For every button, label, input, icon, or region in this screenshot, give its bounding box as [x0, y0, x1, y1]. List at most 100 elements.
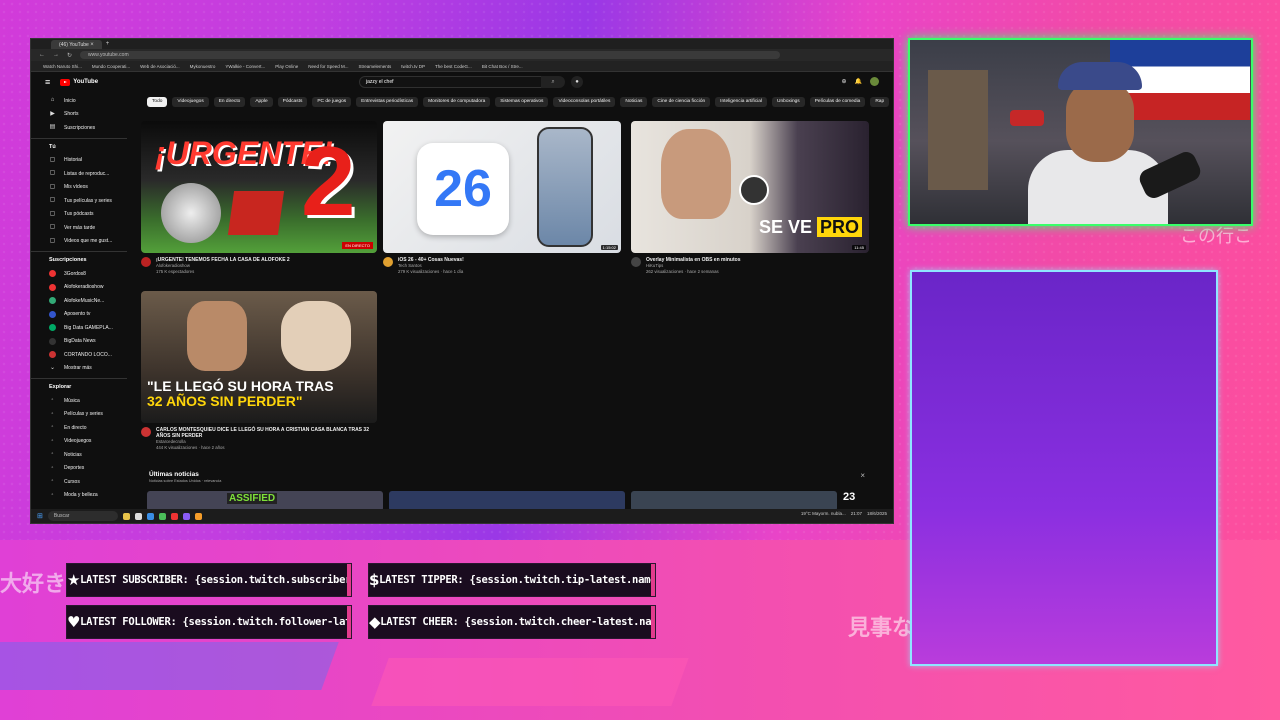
- close-icon[interactable]: ×: [860, 471, 865, 480]
- sidebar-item[interactable]: ◦ Videojuegos: [49, 435, 131, 449]
- url-field[interactable]: www.youtube.com: [80, 51, 781, 59]
- sidebar-item[interactable]: ◦ Deportes: [49, 462, 131, 476]
- sidebar-item[interactable]: ▶ Shorts: [49, 108, 131, 122]
- filter-chip[interactable]: Sistemas operativos: [495, 97, 549, 107]
- filter-chip[interactable]: Apple: [250, 97, 273, 107]
- filter-chip[interactable]: Videoconsolas portátiles: [553, 97, 616, 107]
- sidebar-item[interactable]: ◦ En directo: [49, 421, 131, 435]
- app-icon[interactable]: [170, 512, 178, 520]
- app-icon[interactable]: [158, 512, 166, 520]
- sidebar-item-label: Noticias: [64, 451, 82, 458]
- clock-date[interactable]: 18/6/2025: [867, 511, 887, 516]
- sidebar-item[interactable]: ▢ Videos que me gust...: [49, 235, 131, 249]
- filter-chip[interactable]: Películas de comedia: [809, 97, 866, 107]
- bookmark-item[interactable]: Bit Chat Box / Stre...: [482, 64, 523, 69]
- sidebar-item[interactable]: ◦ Películas y series: [49, 408, 131, 422]
- sidebar-heading[interactable]: Suscripciones: [49, 254, 131, 267]
- video-title[interactable]: CARLOS MONTESQUIEU DICE LE LLEGÓ SU HORA…: [156, 427, 377, 439]
- person-image: [281, 301, 351, 371]
- app-icon[interactable]: [194, 512, 202, 520]
- sidebar-item[interactable]: Aposento tv: [49, 308, 131, 322]
- sidebar-item[interactable]: ▤ Suscripciones: [49, 121, 131, 135]
- bookmark-item[interactable]: Mundo Cooperati...: [92, 64, 130, 69]
- video-thumbnail[interactable]: 26 1:15:02: [383, 121, 621, 253]
- sidebar-heading[interactable]: Explorar: [49, 381, 131, 394]
- sidebar-item[interactable]: ▢ Tus películas y series: [49, 194, 131, 208]
- sidebar-item[interactable]: ◦ Noticias: [49, 448, 131, 462]
- sidebar-item[interactable]: AlofokeMusicNe...: [49, 294, 131, 308]
- bookmark-item[interactable]: twitch.tv DP: [401, 64, 425, 69]
- sidebar-icon: ▤: [49, 124, 56, 131]
- browser-tab[interactable]: (46) YouTube ×: [51, 39, 102, 49]
- sidebar-heading[interactable]: Tú: [49, 141, 131, 154]
- menu-icon[interactable]: ≡: [45, 77, 50, 87]
- weather-text[interactable]: 19°C Mayorm. nubla...: [801, 511, 846, 516]
- sidebar-item[interactable]: 3Gordos8: [49, 267, 131, 281]
- create-icon[interactable]: ⊕: [841, 78, 846, 85]
- filter-chip[interactable]: Todo: [147, 97, 168, 107]
- notifications-icon[interactable]: 🔔: [855, 78, 862, 85]
- filter-chip[interactable]: En directo: [213, 97, 246, 107]
- filter-chip[interactable]: Rap: [870, 97, 890, 107]
- news-thumbnail[interactable]: [631, 491, 837, 511]
- app-icon[interactable]: [182, 512, 190, 520]
- filter-chip[interactable]: Noticias: [620, 97, 648, 107]
- windows-icon[interactable]: ⊞: [37, 512, 43, 520]
- filter-chip[interactable]: Unboxings: [772, 97, 805, 107]
- bookmark-item[interactable]: Play Online: [275, 64, 298, 69]
- bookmark-item[interactable]: Need for Speed M...: [308, 64, 348, 69]
- sidebar-item[interactable]: ⌄ Mostrar más: [49, 362, 131, 376]
- filter-chip[interactable]: Entrevistas periodísticas: [356, 97, 419, 107]
- reload-icon[interactable]: ↻: [67, 52, 72, 59]
- app-icon[interactable]: [146, 512, 154, 520]
- app-icon[interactable]: [122, 512, 130, 520]
- sidebar-item[interactable]: BigData News: [49, 335, 131, 349]
- bookmark-item[interactable]: Streamelements: [359, 64, 392, 69]
- filter-chip[interactable]: Monitores de computadora: [423, 97, 491, 107]
- filter-chip[interactable]: Videojuegos: [172, 97, 209, 107]
- sidebar-item[interactable]: CORTANDO LOCO...: [49, 348, 131, 362]
- video-thumbnail[interactable]: ¡URGENTE! 2 EN DIRECTO: [141, 121, 377, 253]
- bookmark-item[interactable]: YWalkie - Convert...: [225, 64, 265, 69]
- filter-chip[interactable]: PC de juegos: [312, 97, 352, 107]
- sidebar-item[interactable]: ◦ Moda y belleza: [49, 489, 131, 503]
- avatar[interactable]: [870, 77, 879, 86]
- sidebar-item[interactable]: ▢ Listas de reproduc...: [49, 167, 131, 181]
- bookmark-item[interactable]: Mykonuestro: [190, 64, 216, 69]
- channel-avatar[interactable]: [631, 257, 641, 267]
- video-thumbnail[interactable]: "LE LLEGÓ SU HORA TRAS 32 AÑOS SIN PERDE…: [141, 291, 377, 423]
- channel-avatar[interactable]: [383, 257, 393, 267]
- youtube-header: ≡ YouTube jazzy el chef ⌕ ● ⊕ 🔔: [31, 72, 893, 92]
- channel-avatar[interactable]: [141, 427, 151, 437]
- news-thumbnail[interactable]: ASSIFIED: [147, 491, 383, 511]
- search-input[interactable]: jazzy el chef: [359, 76, 559, 88]
- video-thumbnail[interactable]: SE VE PRO 11:45: [631, 121, 869, 253]
- bookmark-item[interactable]: Watch Naruto Shi...: [43, 64, 82, 69]
- clock-time[interactable]: 21:07: [851, 511, 862, 516]
- bookmark-item[interactable]: The best CodeG...: [435, 64, 472, 69]
- sidebar-item[interactable]: Big Data GAMEPLA...: [49, 321, 131, 335]
- channel-avatar[interactable]: [141, 257, 151, 267]
- sidebar-item[interactable]: Alofokeradioshow: [49, 281, 131, 295]
- new-tab-icon[interactable]: +: [106, 41, 110, 47]
- search-icon[interactable]: ⌕: [541, 76, 565, 88]
- bookmark-item[interactable]: Web de Asociació...: [140, 64, 179, 69]
- filter-chip[interactable]: Cine de ciencia ficción: [652, 97, 711, 107]
- app-icon[interactable]: [134, 512, 142, 520]
- sidebar-item[interactable]: ⌂ Inicio: [49, 94, 131, 108]
- filter-chip[interactable]: Inteligencia artificial: [715, 97, 768, 107]
- forward-icon[interactable]: →: [53, 52, 59, 58]
- sidebar-item[interactable]: ◦ Cursos: [49, 475, 131, 489]
- close-icon[interactable]: ×: [90, 42, 94, 48]
- back-icon[interactable]: ←: [39, 52, 45, 58]
- sidebar-item[interactable]: ▢ Tus pódcasts: [49, 208, 131, 222]
- sidebar-item[interactable]: ▢ Mis vídeos: [49, 181, 131, 195]
- mic-icon[interactable]: ●: [571, 76, 583, 88]
- sidebar-item[interactable]: ▢ Ver más tarde: [49, 221, 131, 235]
- youtube-logo[interactable]: YouTube: [60, 78, 98, 86]
- sidebar-item[interactable]: ▢ Historial: [49, 154, 131, 168]
- filter-chip[interactable]: Pódcasts: [277, 97, 308, 107]
- taskbar-search[interactable]: Buscar: [47, 511, 118, 521]
- sidebar-item[interactable]: ◦ Música: [49, 394, 131, 408]
- news-thumbnail[interactable]: [389, 491, 625, 511]
